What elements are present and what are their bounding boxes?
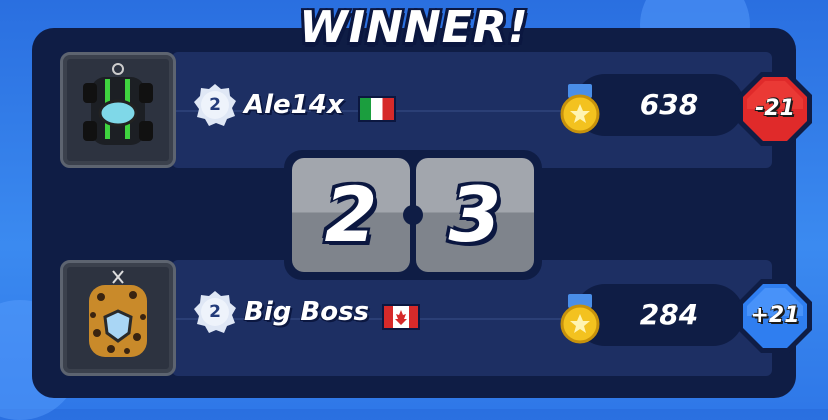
leopard-car-icon [89, 270, 147, 357]
winner-title: WINNER! [299, 2, 529, 53]
player-name: Big Boss [244, 297, 370, 327]
trophy-count: 638 [639, 88, 699, 121]
trophy-count: 284 [639, 298, 699, 331]
scoreboard: 2 3 [284, 150, 542, 280]
maple-leaf-icon [395, 310, 407, 325]
player-name: Ale14x [244, 90, 344, 120]
level-number: 2 [209, 95, 221, 115]
player-avatar-car[interactable] [60, 52, 176, 168]
trophy-medal-icon [558, 82, 602, 136]
score-panel-right: 3 [416, 158, 534, 272]
player-avatar-car[interactable] [60, 260, 176, 376]
level-badge: 2 [192, 289, 238, 335]
score-right: 3 [448, 170, 502, 259]
car-icon [83, 63, 153, 145]
score-panel-left: 2 [292, 158, 410, 272]
trophy-medal-icon [558, 292, 602, 346]
score-left: 2 [324, 170, 378, 259]
trophy-delta-badge: +21 [735, 276, 815, 356]
level-badge: 2 [192, 82, 238, 128]
italy-flag-icon [358, 96, 396, 122]
score-separator-dot [403, 205, 423, 225]
level-number: 2 [209, 302, 221, 322]
trophy-delta-badge: -21 [735, 69, 815, 149]
trophy-delta-value: +21 [750, 303, 800, 328]
trophy-delta-value: -21 [755, 96, 795, 121]
canada-flag-icon [382, 304, 420, 330]
